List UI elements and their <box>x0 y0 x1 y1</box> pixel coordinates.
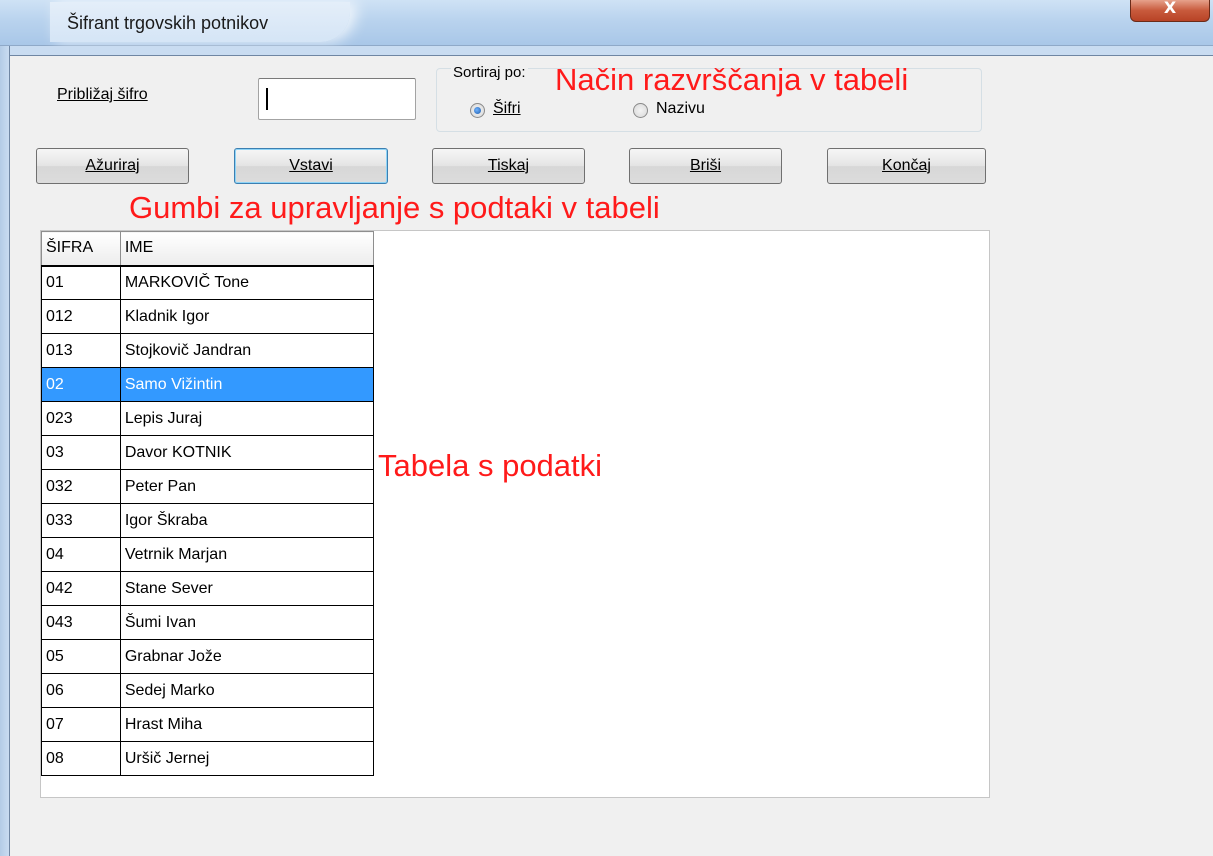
window-frame-left <box>0 46 10 856</box>
cell-sifra[interactable]: 043 <box>41 605 121 640</box>
annotation-buttons: Gumbi za upravljanje s podtaki v tabeli <box>129 190 660 225</box>
cell-ime[interactable]: Grabnar Jože <box>119 639 375 674</box>
cell-ime[interactable]: Hrast Miha <box>119 707 375 742</box>
window-title: Šifrant trgovskih potnikov <box>67 13 269 33</box>
insert-button[interactable]: Vstavi <box>234 148 388 184</box>
cell-ime[interactable]: Stane Sever <box>119 571 375 606</box>
table-row[interactable]: 042 Stane Sever <box>41 571 375 606</box>
radio-sort-sifri[interactable] <box>470 103 485 118</box>
cell-ime[interactable]: Igor Škraba <box>119 503 375 538</box>
search-label: Približaj šifro <box>57 86 148 103</box>
radio-sort-nazivu-label[interactable]: Nazivu <box>656 100 705 118</box>
cell-sifra[interactable]: 042 <box>41 571 121 606</box>
cell-sifra[interactable]: 02 <box>41 367 121 402</box>
table-row[interactable]: 033 Igor Škraba <box>41 503 375 538</box>
table-row[interactable]: 01 MARKOVIČ Tone <box>41 265 375 300</box>
update-button[interactable]: Ažuriraj <box>36 148 189 184</box>
cell-ime[interactable]: Peter Pan <box>119 469 375 504</box>
radio-sort-nazivu[interactable] <box>633 103 648 118</box>
table-row[interactable]: 06 Sedej Marko <box>41 673 375 708</box>
table-row[interactable]: 043 Šumi Ivan <box>41 605 375 640</box>
cell-ime[interactable]: Lepis Juraj <box>119 401 375 436</box>
window-frame-top <box>10 46 1213 56</box>
column-header-sifra[interactable]: ŠIFRA <box>41 231 121 267</box>
table-row[interactable]: 04 Vetrnik Marjan <box>41 537 375 572</box>
cell-ime[interactable]: MARKOVIČ Tone <box>119 265 375 300</box>
table-row[interactable]: 08 Uršič Jernej <box>41 741 375 776</box>
annotation-sort: Način razvrščanja v tabeli <box>555 62 909 97</box>
table-row[interactable]: 023 Lepis Juraj <box>41 401 375 436</box>
cell-sifra[interactable]: 032 <box>41 469 121 504</box>
cell-sifra[interactable]: 023 <box>41 401 121 436</box>
cell-sifra[interactable]: 07 <box>41 707 121 742</box>
cell-ime[interactable]: Samo Vižintin <box>119 367 375 402</box>
print-button[interactable]: Tiskaj <box>432 148 585 184</box>
cell-ime[interactable]: Kladnik Igor <box>119 299 375 334</box>
cell-sifra[interactable]: 04 <box>41 537 121 572</box>
data-table[interactable]: ŠIFRA IME 01 MARKOVIČ Tone 012 Kladnik Igor… <box>41 231 375 776</box>
cell-ime[interactable]: Davor KOTNIK <box>119 435 375 470</box>
cell-ime[interactable]: Stojkovič Jandran <box>119 333 375 368</box>
close-icon: X <box>1163 0 1177 17</box>
cell-sifra[interactable]: 033 <box>41 503 121 538</box>
text-caret <box>266 88 268 110</box>
radio-sort-sifri-label[interactable]: Šifri <box>493 100 521 118</box>
cell-sifra[interactable]: 01 <box>41 265 121 300</box>
table-row[interactable]: 07 Hrast Miha <box>41 707 375 742</box>
print-button-label: Tiskaj <box>487 157 530 174</box>
delete-button-label: Briši <box>689 157 722 174</box>
cell-sifra[interactable]: 013 <box>41 333 121 368</box>
update-button-label: Ažuriraj <box>85 157 140 174</box>
insert-button-label: Vstavi <box>289 157 333 174</box>
close-dialog-button-label: Končaj <box>882 157 931 174</box>
sort-group-legend: Sortiraj po: <box>451 64 528 81</box>
cell-sifra[interactable]: 05 <box>41 639 121 674</box>
cell-ime[interactable]: Šumi Ivan <box>119 605 375 640</box>
table-row[interactable]: 02 Samo Vižintin <box>41 367 375 402</box>
cell-sifra[interactable]: 03 <box>41 435 121 470</box>
cell-ime[interactable]: Vetrnik Marjan <box>119 537 375 572</box>
table-row[interactable]: 032 Peter Pan <box>41 469 375 504</box>
table-header-row: ŠIFRA IME <box>41 231 375 267</box>
table-row[interactable]: 012 Kladnik Igor <box>41 299 375 334</box>
cell-sifra[interactable]: 08 <box>41 741 121 776</box>
cell-ime[interactable]: Uršič Jernej <box>119 741 375 776</box>
table-row[interactable]: 03 Davor KOTNIK <box>41 435 375 470</box>
title-bar: Šifrant trgovskih potnikov X <box>0 0 1213 46</box>
close-button[interactable]: X <box>1130 0 1210 22</box>
column-header-ime[interactable]: IME <box>119 231 375 267</box>
table-row[interactable]: 013 Stojkovič Jandran <box>41 333 375 368</box>
annotation-table: Tabela s podatki <box>378 448 603 483</box>
table-row[interactable]: 05 Grabnar Jože <box>41 639 375 674</box>
cell-ime[interactable]: Sedej Marko <box>119 673 375 708</box>
delete-button[interactable]: Briši <box>629 148 782 184</box>
cell-sifra[interactable]: 06 <box>41 673 121 708</box>
search-input[interactable] <box>258 78 416 120</box>
cell-sifra[interactable]: 012 <box>41 299 121 334</box>
close-dialog-button[interactable]: Končaj <box>827 148 986 184</box>
